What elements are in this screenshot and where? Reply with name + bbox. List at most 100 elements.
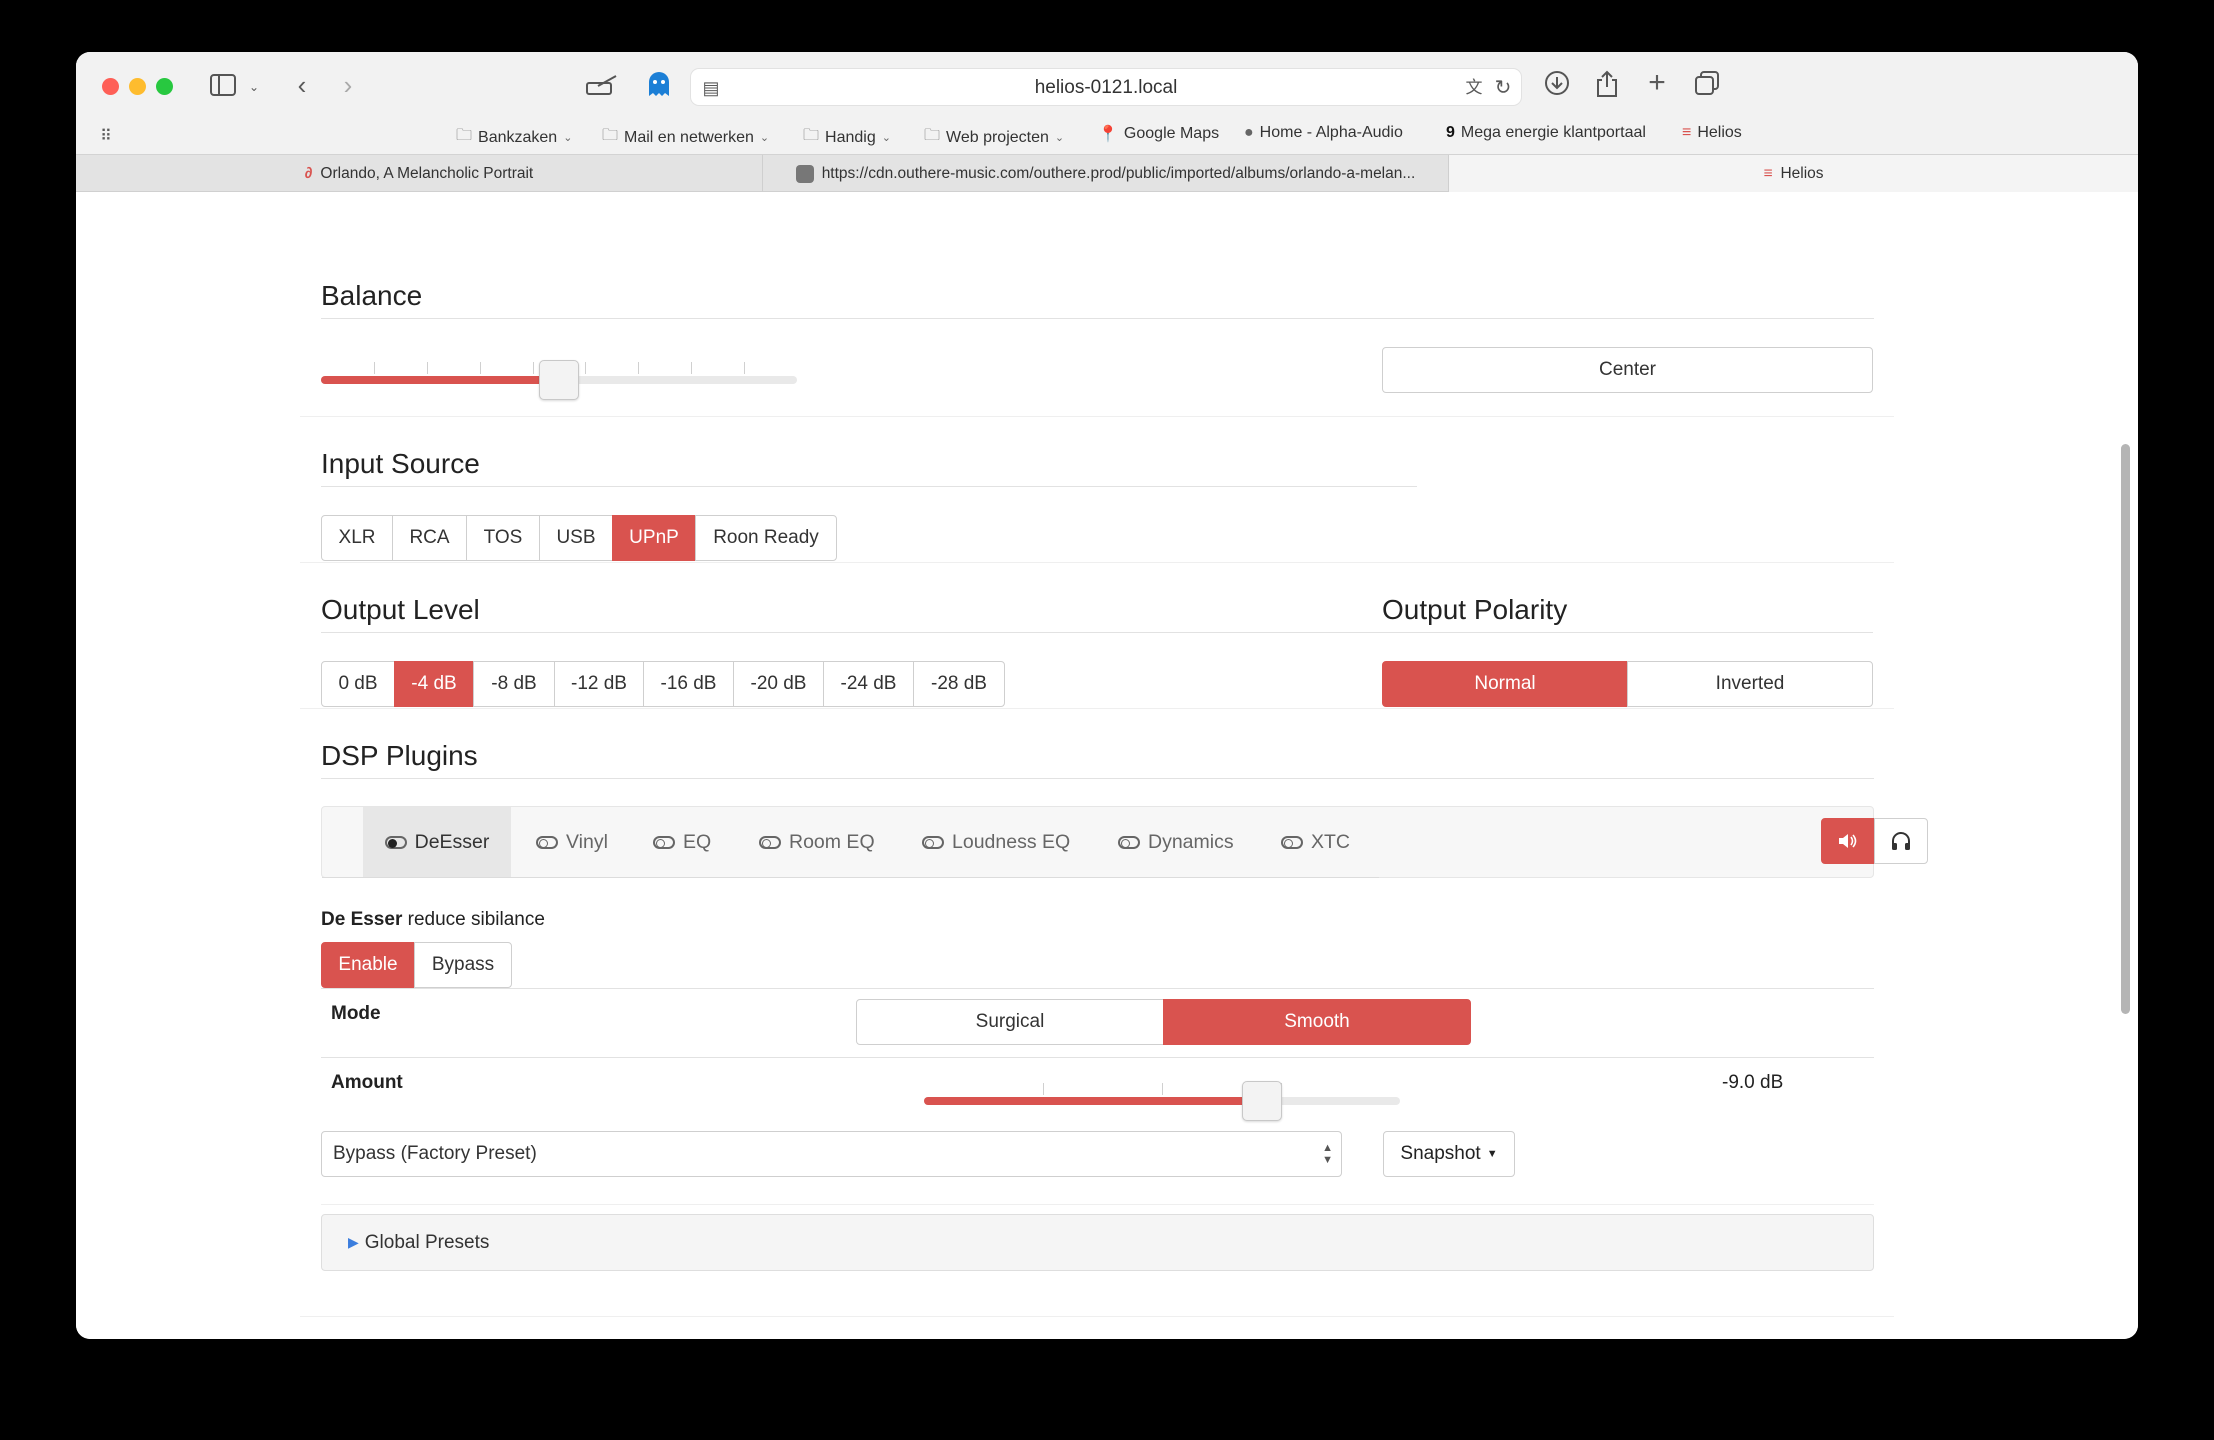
bookmark-web-projecten[interactable]: 🗀 Web projecten ⌄ [924, 124, 1064, 151]
tab-helios[interactable]: ≡ Helios [1448, 155, 2138, 192]
bookmark-bankzaken[interactable]: 🗀 Bankzaken ⌄ [456, 124, 572, 151]
bookmark-mega[interactable]: 9 Mega energie klantportaal [1446, 124, 1646, 142]
slider-tick [744, 362, 746, 374]
bookmark-helios[interactable]: ≡ Helios [1682, 124, 1742, 142]
output-level-20db-button[interactable]: -20 dB [733, 661, 824, 707]
pen-toolbar-icon[interactable] [584, 72, 620, 102]
ghost-extension-icon[interactable] [644, 70, 674, 104]
amount-value: -9.0 dB [1722, 1072, 1784, 1093]
amount-slider-thumb[interactable] [1241, 1081, 1282, 1121]
headphones-output-button[interactable] [1874, 818, 1928, 864]
apps-grid-icon[interactable]: ⠿ [96, 122, 116, 152]
input-upnp-button[interactable]: UPnP [612, 515, 696, 561]
image-tab-icon [795, 164, 814, 183]
toggle-off-icon [922, 835, 944, 849]
output-level-title: Output Level [321, 594, 480, 625]
downloads-icon[interactable] [1542, 70, 1572, 102]
address-bar[interactable]: ▤ helios-0121.local 文 ↻ [690, 68, 1522, 106]
back-icon[interactable]: ‹ [292, 70, 312, 100]
input-rca-button[interactable]: RCA [392, 515, 467, 561]
toggle-off-icon [1281, 835, 1303, 849]
dsp-plugins-title: DSP Plugins [321, 740, 478, 771]
balance-slider-thumb[interactable] [539, 360, 579, 400]
site-icon: ∂ [304, 164, 313, 182]
new-tab-icon[interactable]: + [1642, 68, 1672, 98]
tab-orlando[interactable]: ∂ Orlando, A Melancholic Portrait [76, 155, 762, 192]
mode-group: Surgical Smooth [856, 999, 1471, 1045]
output-level-0db-button[interactable]: 0 dB [321, 661, 395, 707]
tab-cdn-image[interactable]: https://cdn.outhere-music.com/outhere.pr… [762, 155, 1448, 192]
chevron-down-icon: ⌄ [1054, 132, 1065, 144]
output-level-4db-button[interactable]: -4 dB [394, 661, 474, 707]
reload-icon[interactable]: ↻ [1491, 73, 1515, 103]
dsp-tab-dynamics[interactable]: Dynamics [1118, 807, 1234, 877]
dsp-tab-deesser[interactable]: DeEsser [363, 807, 511, 877]
bookmark-alpha-audio[interactable]: ● Home - Alpha-Audio [1244, 124, 1403, 142]
minimize-window-button[interactable] [129, 78, 146, 95]
input-xlr-button[interactable]: XLR [321, 515, 393, 561]
bookmark-handig[interactable]: 🗀 Handig ⌄ [803, 124, 891, 151]
speaker-output-button[interactable] [1821, 818, 1875, 864]
toggle-off-icon [536, 835, 558, 849]
divider [321, 778, 1874, 779]
input-tos-button[interactable]: TOS [466, 515, 540, 561]
site-icon: ● [1244, 124, 1254, 141]
folder-icon: 🗀 [602, 127, 619, 144]
output-level-16db-button[interactable]: -16 dB [643, 661, 734, 707]
dsp-tab-room-eq[interactable]: Room EQ [759, 807, 875, 877]
slider-tick [426, 362, 428, 374]
slider-tick [532, 362, 534, 374]
output-level-24db-button[interactable]: -24 dB [823, 661, 914, 707]
zoom-window-button[interactable] [156, 78, 173, 95]
tab-overview-icon[interactable] [1692, 70, 1722, 102]
toggle-off-icon [1118, 835, 1140, 849]
output-polarity-title: Output Polarity [1382, 594, 1568, 625]
dsp-tab-eq[interactable]: EQ [653, 807, 711, 877]
preset-select[interactable]: Bypass (Factory Preset) ▲ ▼ [321, 1131, 1342, 1177]
site-icon: ≡ [1763, 164, 1773, 182]
input-roon-ready-button[interactable]: Roon Ready [695, 515, 837, 561]
divider [300, 562, 1894, 563]
mode-surgical-button[interactable]: Surgical [856, 999, 1164, 1045]
polarity-inverted-button[interactable]: Inverted [1627, 661, 1873, 707]
amount-slider[interactable] [924, 1097, 1400, 1105]
input-usb-button[interactable]: USB [539, 515, 613, 561]
speaker-icon [1839, 834, 1857, 848]
slider-tick [691, 362, 693, 374]
dsp-plugin-tabs: DeEsser Vinyl EQ Room EQ Loudness EQ Dyn… [321, 806, 1928, 878]
slider-tick [1162, 1083, 1163, 1095]
divider [300, 708, 1894, 709]
close-window-button[interactable] [102, 78, 119, 95]
chevron-down-icon: ⌄ [759, 132, 770, 144]
input-source-title: Input Source [321, 448, 480, 479]
forward-icon[interactable]: › [338, 70, 358, 100]
titlebar: ⌄ ‹ › ▤ helios-0121.local 文 ↻ + ⠿ 🗀 Bankz… [76, 52, 2138, 154]
center-button[interactable]: Center [1382, 347, 1873, 393]
share-icon[interactable] [1592, 70, 1622, 104]
snapshot-dropdown-button[interactable]: Snapshot ▼ [1383, 1131, 1515, 1177]
output-level-28db-button[interactable]: -28 dB [913, 661, 1005, 707]
deesser-bypass-button[interactable]: Bypass [414, 942, 512, 988]
dsp-tab-vinyl[interactable]: Vinyl [536, 807, 608, 877]
dsp-tab-xtc[interactable]: XTC [1281, 807, 1350, 877]
bookmark-google-maps[interactable]: 📍 Google Maps [1098, 124, 1219, 144]
global-presets-panel[interactable]: ▶ Global Presets [321, 1214, 1874, 1271]
chevron-down-icon: ⌄ [563, 132, 573, 144]
expand-triangle-icon: ▶ [348, 1234, 359, 1250]
slider-tick [585, 362, 587, 374]
translate-icon[interactable]: 文 [1461, 73, 1487, 103]
output-level-8db-button[interactable]: -8 dB [473, 661, 555, 707]
select-arrows-icon: ▲ ▼ [1322, 1142, 1333, 1166]
scrollbar[interactable] [2121, 444, 2130, 1014]
deesser-enable-button[interactable]: Enable [321, 942, 415, 988]
amount-label: Amount [331, 1072, 403, 1093]
sidebar-toggle-icon[interactable] [208, 72, 238, 102]
toggle-off-icon [653, 835, 675, 849]
mode-smooth-button[interactable]: Smooth [1163, 999, 1471, 1045]
output-level-12db-button[interactable]: -12 dB [554, 661, 644, 707]
dsp-tab-loudness-eq[interactable]: Loudness EQ [922, 807, 1070, 877]
tab-bar: ∂ Orlando, A Melancholic Portrait https:… [76, 154, 2138, 192]
bookmark-mail-en-netwerken[interactable]: 🗀 Mail en netwerken ⌄ [602, 124, 769, 151]
sidebar-dropdown-chevron-icon[interactable]: ⌄ [246, 72, 262, 102]
polarity-normal-button[interactable]: Normal [1382, 661, 1628, 707]
